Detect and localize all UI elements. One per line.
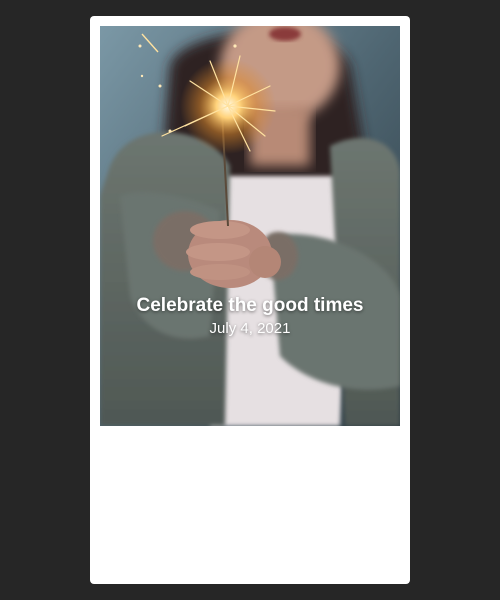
photo-card: Celebrate the good times July 4, 2021 (90, 16, 410, 584)
sparkler-photo-image (100, 26, 400, 426)
sparkler-photo: Celebrate the good times July 4, 2021 (100, 26, 400, 426)
photo-caption: Celebrate the good times July 4, 2021 (100, 294, 400, 339)
card-date: July 4, 2021 (209, 320, 291, 337)
card-title: Celebrate the good times (136, 295, 364, 316)
